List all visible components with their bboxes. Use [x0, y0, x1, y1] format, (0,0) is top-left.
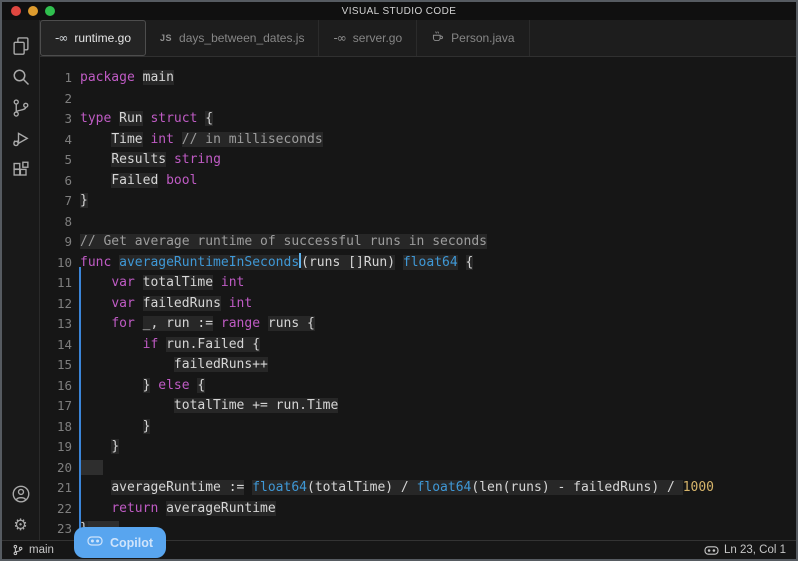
cursor-position: Ln 23, Col 1: [724, 544, 786, 556]
copilot-button-label: Copilot: [110, 536, 153, 550]
code-lines: 1package main23type Run struct {4 Time i…: [40, 57, 796, 540]
gear-icon: ⚙: [13, 517, 27, 533]
code-line[interactable]: 11 var totalTime int: [40, 273, 796, 294]
line-number: 18: [40, 417, 72, 438]
tab-label: Person.java: [451, 31, 514, 45]
search-icon: [11, 67, 31, 87]
code-line[interactable]: 7}: [40, 191, 796, 212]
code-line[interactable]: 13 for _, run := range runs {: [40, 314, 796, 335]
files-icon: [11, 36, 31, 56]
tab-label: days_between_dates.js: [179, 31, 304, 45]
code-line[interactable]: 21 averageRuntime := float64(totalTime) …: [40, 478, 796, 499]
line-number: 16: [40, 376, 72, 397]
sidebar-item-search[interactable]: [7, 61, 35, 92]
code-line[interactable]: 5 Results string: [40, 150, 796, 171]
vscode-window: Visual Studio Code: [0, 0, 798, 561]
code-line[interactable]: 18 }: [40, 417, 796, 438]
branch-indicator[interactable]: main: [12, 544, 54, 556]
line-number: 10: [40, 253, 72, 274]
titlebar: Visual Studio Code: [2, 2, 796, 20]
code-line[interactable]: 6 Failed bool: [40, 171, 796, 192]
window-title: Visual Studio Code: [2, 6, 796, 17]
code-line[interactable]: 9// Get average runtime of successful ru…: [40, 232, 796, 253]
activity-bar: ⚙: [2, 20, 40, 540]
tab-days-between-dates-js[interactable]: JS days_between_dates.js: [146, 20, 319, 56]
code-line[interactable]: 19 }: [40, 437, 796, 458]
line-number: 12: [40, 294, 72, 315]
sidebar-item-run-debug[interactable]: [7, 123, 35, 154]
line-number: 9: [40, 232, 72, 253]
code-line[interactable]: 16 } else {: [40, 376, 796, 397]
line-number: 19: [40, 437, 72, 458]
line-number: 15: [40, 355, 72, 376]
settings-button[interactable]: ⚙: [7, 509, 35, 540]
line-number: 17: [40, 396, 72, 417]
js-icon: JS: [160, 33, 172, 43]
tab-bar: -∞ runtime.go JS days_between_dates.js -…: [40, 20, 796, 57]
copilot-icon: [704, 544, 719, 557]
line-number: 2: [40, 89, 72, 110]
line-number: 5: [40, 150, 72, 171]
git-branch-icon: [12, 544, 24, 556]
line-number: 11: [40, 273, 72, 294]
line-number: 23: [40, 519, 72, 540]
code-line[interactable]: 12 var failedRuns int: [40, 294, 796, 315]
line-number: 1: [40, 68, 72, 89]
branch-icon: [11, 98, 31, 118]
play-bug-icon: [11, 129, 31, 149]
line-number: 6: [40, 171, 72, 192]
go-icon: -∞: [55, 31, 67, 45]
sidebar-item-source-control[interactable]: [7, 92, 35, 123]
line-number: 3: [40, 109, 72, 130]
line-number: 14: [40, 335, 72, 356]
code-line[interactable]: 4 Time int // in milliseconds: [40, 130, 796, 151]
sidebar-item-extensions[interactable]: [7, 154, 35, 185]
sidebar-item-explorer[interactable]: [7, 30, 35, 61]
branch-name: main: [29, 544, 54, 556]
tab-label: runtime.go: [74, 31, 131, 45]
code-line[interactable]: 15 failedRuns++: [40, 355, 796, 376]
code-line[interactable]: 22 return averageRuntime: [40, 499, 796, 520]
line-number: 13: [40, 314, 72, 335]
tab-server-go[interactable]: -∞ server.go: [319, 20, 417, 56]
code-line[interactable]: 8: [40, 212, 796, 233]
line-number: 8: [40, 212, 72, 233]
account-button[interactable]: [7, 478, 35, 509]
cursor-position-indicator[interactable]: Ln 23, Col 1: [704, 544, 786, 557]
code-line[interactable]: 1package main: [40, 68, 796, 89]
line-number: 4: [40, 130, 72, 151]
tab-runtime-go[interactable]: -∞ runtime.go: [40, 20, 146, 56]
tab-label: server.go: [353, 31, 402, 45]
copilot-button[interactable]: Copilot: [74, 527, 166, 558]
tab-person-java[interactable]: Person.java: [417, 20, 529, 56]
line-number: 22: [40, 499, 72, 520]
line-number: 20: [40, 458, 72, 479]
code-line[interactable]: 14 if run.Failed {: [40, 335, 796, 356]
line-number: 7: [40, 191, 72, 212]
line-number: 21: [40, 478, 72, 499]
go-icon: -∞: [333, 31, 345, 45]
extensions-icon: [11, 160, 31, 180]
account-icon: [11, 484, 31, 504]
code-line[interactable]: 20: [40, 458, 796, 479]
code-line[interactable]: 10func averageRuntimeInSeconds(runs []Ru…: [40, 253, 796, 274]
code-line[interactable]: 2: [40, 89, 796, 110]
code-line[interactable]: 17 totalTime += run.Time: [40, 396, 796, 417]
copilot-icon: [87, 534, 103, 551]
code-editor[interactable]: 1package main23type Run struct {4 Time i…: [40, 57, 796, 540]
java-icon: [431, 30, 444, 46]
active-indent-guide: [79, 267, 81, 534]
code-line[interactable]: 3type Run struct {: [40, 109, 796, 130]
